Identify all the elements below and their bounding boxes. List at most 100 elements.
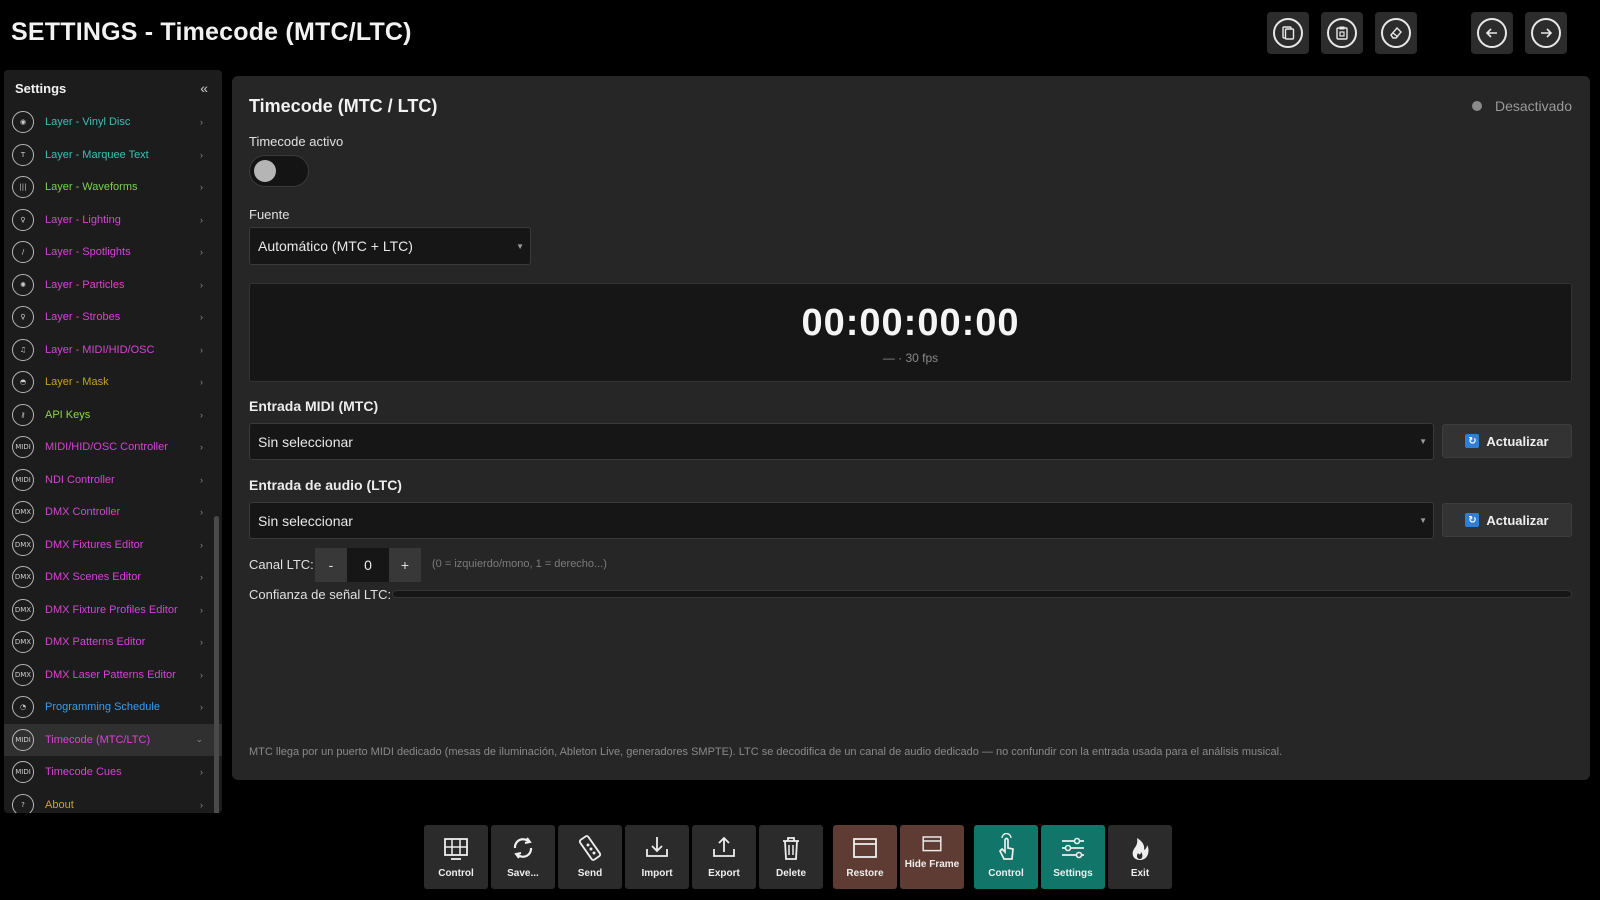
sidebar-item[interactable]: MIDI MIDI/HID/OSC Controller › <box>4 431 222 464</box>
source-select[interactable]: Automático (MTC + LTC) ▼ <box>249 227 531 265</box>
sidebar-item[interactable]: MIDI NDI Controller › <box>4 464 222 497</box>
hide-frame-label: Hide Frame <box>904 859 960 870</box>
disc-icon: ◉ <box>12 111 34 134</box>
chevron-right-icon: › <box>200 247 203 258</box>
timecode-fps: — · 30 fps <box>882 351 939 365</box>
save-button[interactable]: Save... <box>491 825 555 889</box>
send-button[interactable]: Send <box>558 825 622 889</box>
chevron-down-icon: ▼ <box>1419 516 1427 525</box>
sidebar-item-label: DMX Scenes Editor <box>45 571 141 584</box>
sidebar-item[interactable]: ||| Layer - Waveforms › <box>4 171 222 204</box>
audio-refresh-button[interactable]: ↻ Actualizar <box>1442 503 1572 537</box>
sidebar-item[interactable]: ♀ Layer - Lighting › <box>4 204 222 237</box>
copy-button[interactable] <box>1267 12 1309 54</box>
sidebar-item[interactable]: ♀ Layer - Strobes › <box>4 301 222 334</box>
midi-input-select[interactable]: Sin seleccionar ▼ <box>249 423 1434 460</box>
sidebar-item[interactable]: DMX DMX Fixtures Editor › <box>4 529 222 562</box>
sidebar-title: Settings <box>15 80 67 96</box>
arrow-right-icon <box>1531 18 1561 48</box>
key-icon: ⚷ <box>12 403 34 426</box>
sidebar-item-label: Timecode (MTC/LTC) <box>45 733 151 746</box>
copy-icon <box>1273 18 1303 48</box>
sidebar-item[interactable]: ? About › <box>4 789 222 813</box>
sidebar-header: Settings « <box>4 70 222 106</box>
bulb-icon: ♀ <box>12 208 34 231</box>
midi-refresh-button[interactable]: ↻ Actualizar <box>1442 424 1572 458</box>
channel-value-input[interactable]: 0 <box>347 548 389 582</box>
settings-panel: Timecode (MTC / LTC) Desactivado Timecod… <box>232 76 1590 780</box>
sidebar-item[interactable]: / Layer - Spotlights › <box>4 236 222 269</box>
midi-layer-icon: ♫ <box>12 338 34 361</box>
status-text: Desactivado <box>1494 98 1572 114</box>
channel-decrement-button[interactable]: - <box>315 548 347 582</box>
footnote-text: MTC llega por un puerto MIDI dedicado (m… <box>249 746 1283 758</box>
sidebar-scrollbar[interactable] <box>214 516 219 813</box>
dmx-laser-icon: DMX <box>12 663 34 686</box>
timecode-icon: MIDI <box>12 728 34 751</box>
timecode-toggle[interactable] <box>249 155 309 187</box>
bottom-toolbar: Control Save... Send Import Export Delet… <box>424 825 1172 889</box>
chevron-right-icon: › <box>200 539 203 550</box>
delete-button[interactable]: Delete <box>759 825 823 889</box>
sidebar-item[interactable]: DMX DMX Scenes Editor › <box>4 561 222 594</box>
chevron-right-icon: › <box>200 344 203 355</box>
delete-label: Delete <box>775 868 806 879</box>
chevron-right-icon: › <box>200 409 203 420</box>
paste-button[interactable] <box>1321 12 1363 54</box>
control-touch-button[interactable]: Control <box>974 825 1038 889</box>
settings-label: Settings <box>1053 868 1093 879</box>
sidebar-item[interactable]: DMX DMX Controller › <box>4 496 222 529</box>
sidebar-item[interactable]: T Layer - Marquee Text › <box>4 139 222 172</box>
sidebar-item[interactable]: MIDI Timecode (MTC/LTC) ⌄ <box>4 723 222 756</box>
sidebar-item[interactable]: DMX DMX Patterns Editor › <box>4 626 222 659</box>
sidebar-item-label: Programming Schedule <box>45 701 160 714</box>
sidebar-item[interactable]: ✺ Layer - Particles › <box>4 269 222 302</box>
import-button[interactable]: Import <box>625 825 689 889</box>
audio-section-title: Entrada de audio (LTC) <box>249 477 402 493</box>
audio-input-select[interactable]: Sin seleccionar ▼ <box>249 502 1434 539</box>
dmx-patterns-icon: DMX <box>12 631 34 654</box>
sidebar-item-label: DMX Controller <box>45 506 121 519</box>
control-button[interactable]: Control <box>424 825 488 889</box>
channel-increment-button[interactable]: + <box>389 548 421 582</box>
clipboard-icon <box>1327 18 1357 48</box>
chevron-right-icon: › <box>200 312 203 323</box>
export-button[interactable]: Export <box>692 825 756 889</box>
sidebar-item[interactable]: DMX DMX Laser Patterns Editor › <box>4 659 222 692</box>
forward-button[interactable] <box>1525 12 1567 54</box>
hide-frame-button[interactable]: Hide Frame <box>900 825 964 889</box>
sidebar-item-label: Layer - Mask <box>45 376 109 389</box>
sidebar-item-label: Layer - Lighting <box>45 213 121 226</box>
frame-icon <box>922 836 942 852</box>
sidebar-item[interactable]: MIDI Timecode Cues › <box>4 756 222 789</box>
sidebar-item-label: About <box>45 798 74 811</box>
trash-icon <box>783 837 799 860</box>
chevron-down-icon: ⌄ <box>195 734 203 745</box>
chevron-right-icon: › <box>200 604 203 615</box>
settings-button[interactable]: Settings <box>1041 825 1105 889</box>
sidebar-item-label: DMX Patterns Editor <box>45 636 146 649</box>
sidebar-item-label: Timecode Cues <box>45 766 122 779</box>
sidebar-item[interactable]: ◓ Layer - Mask › <box>4 366 222 399</box>
sidebar-item[interactable]: ⚷ API Keys › <box>4 399 222 432</box>
sidebar-item[interactable]: ◔ Programming Schedule › <box>4 691 222 724</box>
source-label: Fuente <box>249 207 290 222</box>
sidebar-item-label: API Keys <box>45 408 91 421</box>
sidebar-item[interactable]: ♫ Layer - MIDI/HID/OSC › <box>4 334 222 367</box>
eraser-button[interactable] <box>1375 12 1417 54</box>
timecode-display: 00:00:00:00 — · 30 fps <box>249 283 1572 382</box>
back-button[interactable] <box>1471 12 1513 54</box>
window-title: SETTINGS - Timecode (MTC/LTC) <box>11 18 412 46</box>
sidebar-item[interactable]: DMX DMX Fixture Profiles Editor › <box>4 594 222 627</box>
chevron-right-icon: › <box>200 572 203 583</box>
refresh-icon: ↻ <box>1465 434 1480 448</box>
timecode-cues-icon: MIDI <box>12 761 34 784</box>
collapse-icon[interactable]: « <box>200 80 208 96</box>
restore-button[interactable]: Restore <box>833 825 897 889</box>
sidebar-item[interactable]: ◉ Layer - Vinyl Disc › <box>4 106 222 139</box>
exit-button[interactable]: Exit <box>1108 825 1172 889</box>
status-indicator: Desactivado <box>1471 98 1572 114</box>
import-icon <box>646 837 668 857</box>
eraser-icon <box>1381 18 1411 48</box>
ltc-channel-stepper: - 0 + <box>315 548 421 582</box>
